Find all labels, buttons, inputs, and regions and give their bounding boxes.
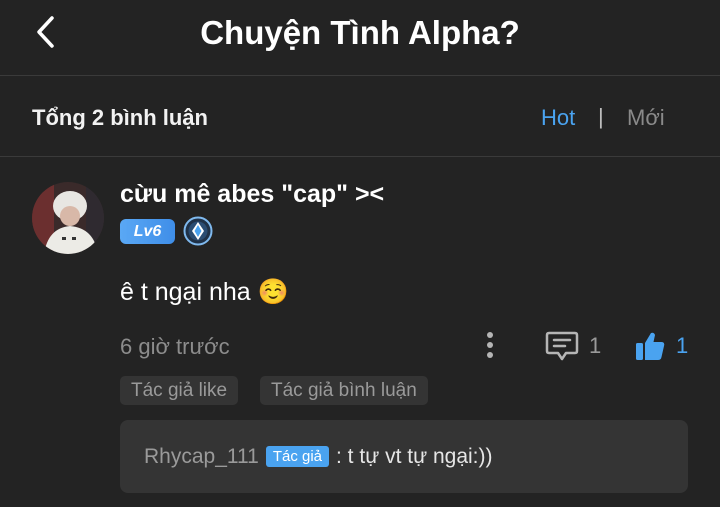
author-badge: Tác giả bbox=[265, 446, 330, 467]
thumbs-up-icon bbox=[636, 332, 665, 360]
like-button[interactable]: 1 bbox=[634, 330, 688, 362]
comment-username[interactable]: cừu mê abes "cap" >< bbox=[120, 180, 384, 209]
more-vertical-icon bbox=[487, 332, 493, 358]
more-options-button[interactable] bbox=[478, 330, 502, 360]
sort-new-tab[interactable]: Mới bbox=[627, 105, 665, 131]
level-badge: Lv6 bbox=[120, 219, 175, 244]
avatar[interactable] bbox=[32, 182, 104, 254]
comment-time: 6 giờ trước bbox=[120, 334, 230, 359]
reply-username[interactable]: Rhycap_111 bbox=[144, 445, 259, 469]
sort-hot-tab[interactable]: Hot bbox=[541, 105, 575, 131]
avatar-image bbox=[32, 182, 104, 254]
reply-count: 1 bbox=[589, 333, 602, 358]
comment-text: ê t ngại nha ☺️ bbox=[120, 278, 289, 306]
like-count: 1 bbox=[676, 333, 689, 358]
comment-total-label: Tổng 2 bình luận bbox=[32, 105, 208, 130]
top-app-bar: Chuyện Tình Alpha? bbox=[0, 0, 720, 76]
vip-diamond-icon bbox=[183, 216, 213, 246]
author-liked-tag: Tác giả like bbox=[120, 376, 239, 405]
sort-separator: | bbox=[598, 104, 604, 129]
comments-toolbar: Tổng 2 bình luận Hot | Mới bbox=[0, 77, 720, 157]
reply-text: : t tự vt tự ngại:)) bbox=[336, 444, 493, 468]
author-commented-tag: Tác giả bình luận bbox=[260, 376, 428, 405]
page-title: Chuyện Tình Alpha? bbox=[200, 14, 520, 51]
comment-icon bbox=[545, 331, 579, 361]
reply-button[interactable]: 1 bbox=[545, 330, 601, 362]
reply-preview[interactable]: Rhycap_111 Tác giả : t tự vt tự ngại:)) bbox=[120, 420, 688, 493]
